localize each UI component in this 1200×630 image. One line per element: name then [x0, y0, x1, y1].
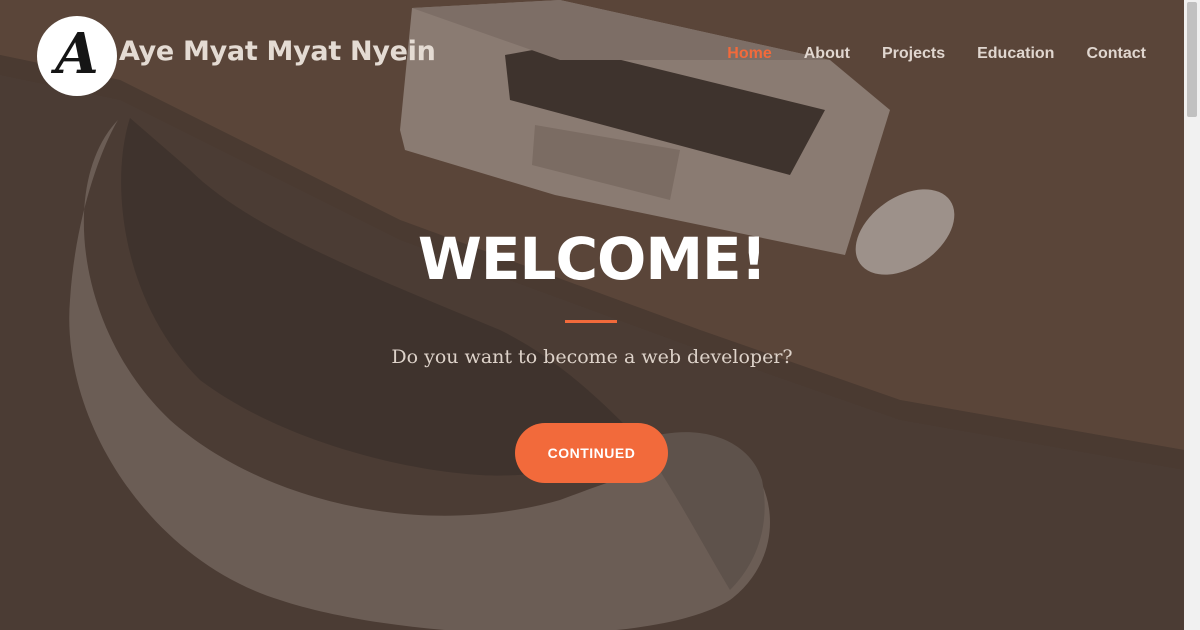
- hero-section: A Aye Myat Myat Nyein Home About Project…: [0, 0, 1184, 630]
- nav-item-about[interactable]: About: [804, 45, 850, 63]
- continue-button[interactable]: CONTINUED: [515, 423, 668, 483]
- main-nav: Home About Projects Education Contact: [727, 45, 1146, 63]
- scrollbar-thumb[interactable]: [1187, 2, 1197, 117]
- nav-item-education[interactable]: Education: [977, 45, 1054, 63]
- nav-item-home[interactable]: Home: [727, 45, 771, 63]
- logo-letter: A: [55, 21, 99, 87]
- hero-subtitle: Do you want to become a web developer?: [391, 346, 793, 368]
- hero-title: WELCOME!: [417, 225, 767, 293]
- hero-divider: [565, 320, 617, 323]
- page-scrollbar[interactable]: [1184, 0, 1200, 630]
- logo[interactable]: A: [37, 16, 117, 96]
- site-title[interactable]: Aye Myat Myat Nyein: [119, 36, 436, 67]
- brand[interactable]: A Aye Myat Myat Nyein: [37, 16, 436, 96]
- nav-item-projects[interactable]: Projects: [882, 45, 945, 63]
- nav-item-contact[interactable]: Contact: [1086, 45, 1146, 63]
